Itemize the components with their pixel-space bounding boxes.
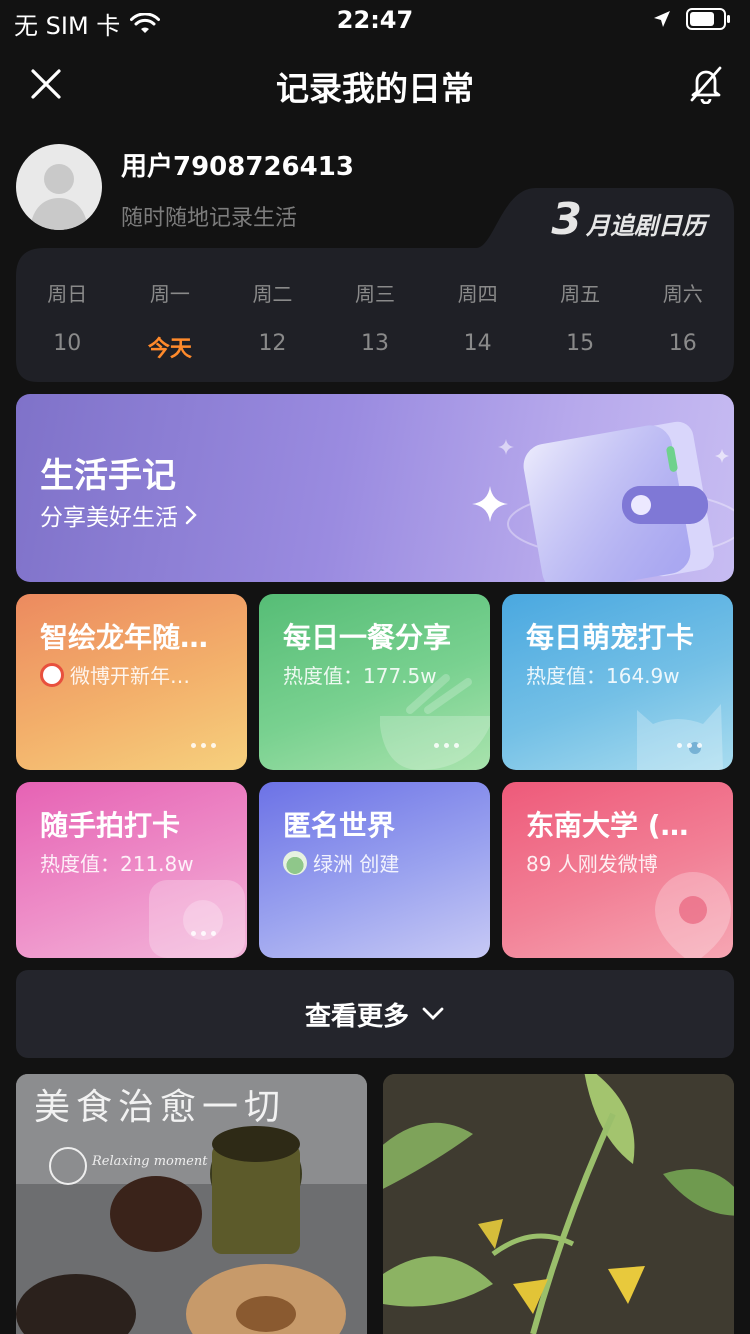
calendar-day[interactable]: 周三 13 <box>324 278 427 363</box>
calendar-day[interactable]: 周六 16 <box>631 278 734 363</box>
more-dots-icon[interactable] <box>191 738 225 752</box>
calendar-card[interactable]: 3 月追剧日历 周日 10 周一 今天 周二 12 周三 13 周四 14 周五… <box>16 188 734 382</box>
topic-title: 每日一餐分享 <box>283 621 452 654</box>
see-more-label: 查看更多 <box>304 1001 409 1032</box>
calendar-title-text: 月追剧日历 <box>586 212 706 240</box>
date-label: 13 <box>361 331 390 356</box>
clock: 22:47 <box>336 6 414 34</box>
more-dots-icon[interactable] <box>677 738 711 752</box>
see-more-button[interactable]: 查看更多 <box>16 970 734 1058</box>
topic-title: 匿名世界 <box>283 809 396 842</box>
status-icons <box>652 8 732 30</box>
calendar-day[interactable]: 周四 14 <box>426 278 529 363</box>
topic-subtitle: 绿洲 创建 <box>313 852 400 876</box>
topic-title: 东南大学 (… <box>526 809 689 842</box>
topic-subtitle: 微博开新年… <box>70 664 190 688</box>
topic-card[interactable]: 东南大学 (… 89 人刚发微博 <box>502 782 733 958</box>
battery-icon <box>686 8 730 30</box>
topic-subtitle: 89 人刚发微博 <box>526 852 658 876</box>
feed-post-plant[interactable] <box>383 1074 734 1334</box>
topic-card[interactable]: 随手拍打卡 热度值：211.8w <box>16 782 247 958</box>
date-label: 15 <box>566 331 595 356</box>
topic-subtitle: 热度值：211.8w <box>40 852 194 876</box>
calendar-day-today[interactable]: 周一 今天 <box>119 278 222 363</box>
topic-card[interactable]: 智绘龙年随… 微博开新年… <box>16 594 247 770</box>
calendar-day[interactable]: 周日 10 <box>16 278 119 363</box>
bell-off-icon[interactable] <box>688 64 724 104</box>
date-label-today: 今天 <box>147 337 192 362</box>
date-label: 14 <box>463 331 492 356</box>
more-dots-icon[interactable] <box>434 738 468 752</box>
calendar-title: 3 月追剧日历 <box>551 194 706 245</box>
weekday-label: 周日 <box>47 282 88 306</box>
banner-subtitle-row: 分享美好生活 <box>40 498 198 532</box>
weibo-logo-icon <box>40 662 64 687</box>
weekday-label: 周三 <box>355 282 396 306</box>
more-dots-icon[interactable] <box>191 926 225 940</box>
food-logo-text: Relaxing moment <box>92 1154 208 1169</box>
plant-photo <box>383 1074 734 1334</box>
life-notes-banner[interactable]: 生活手记 分享美好生活 <box>16 394 734 582</box>
calendar-week-row: 周日 10 周一 今天 周二 12 周三 13 周四 14 周五 15 周六 1… <box>16 278 734 363</box>
page-title: 记录我的日常 <box>276 69 474 108</box>
chevron-right-icon <box>185 505 197 525</box>
calendar-month-number: 3 <box>551 194 582 245</box>
wallet-illustration-icon <box>472 421 734 582</box>
calendar-day[interactable]: 周五 15 <box>529 278 632 363</box>
date-label: 10 <box>53 331 82 356</box>
feed-post-food[interactable]: 美食治愈一切 Relaxing moment <box>16 1074 367 1334</box>
weekday-label: 周一 <box>149 282 190 306</box>
topic-subtitle: 热度值：177.5w <box>283 664 437 688</box>
banner-subtitle: 分享美好生活 <box>40 505 178 531</box>
topic-subtitle-row: 微博开新年… <box>40 660 230 689</box>
banner-title: 生活手记 <box>40 456 176 496</box>
weekday-label: 周五 <box>560 282 601 306</box>
oasis-avatar-icon <box>283 850 307 875</box>
username: 用户7908726413 <box>121 152 354 182</box>
calendar-day[interactable]: 周二 12 <box>221 278 324 363</box>
topic-card[interactable]: 每日一餐分享 热度值：177.5w <box>259 594 490 770</box>
food-overlay-text: 美食治愈一切 <box>34 1087 287 1128</box>
date-label: 16 <box>668 331 697 356</box>
topic-title: 随手拍打卡 <box>40 809 181 842</box>
weekday-label: 周六 <box>662 282 703 306</box>
topic-subtitle: 热度值：164.9w <box>526 664 680 688</box>
topic-card[interactable]: 每日萌宠打卡 热度值：164.9w <box>502 594 733 770</box>
topic-card[interactable]: 匿名世界 绿洲 创建 <box>259 782 490 958</box>
topic-title: 智绘龙年随… <box>40 621 209 654</box>
weekday-label: 周二 <box>252 282 293 306</box>
chevron-down-icon <box>422 1007 444 1020</box>
location-arrow-icon <box>654 11 670 27</box>
weekday-label: 周四 <box>457 282 498 306</box>
nav-bar: 记录我的日常 <box>0 42 750 128</box>
topic-subtitle-row: 绿洲 创建 <box>283 848 473 877</box>
status-bar: 无 SIM 卡 22:47 <box>0 0 750 42</box>
date-label: 12 <box>258 331 287 356</box>
topic-title: 每日萌宠打卡 <box>526 621 695 654</box>
